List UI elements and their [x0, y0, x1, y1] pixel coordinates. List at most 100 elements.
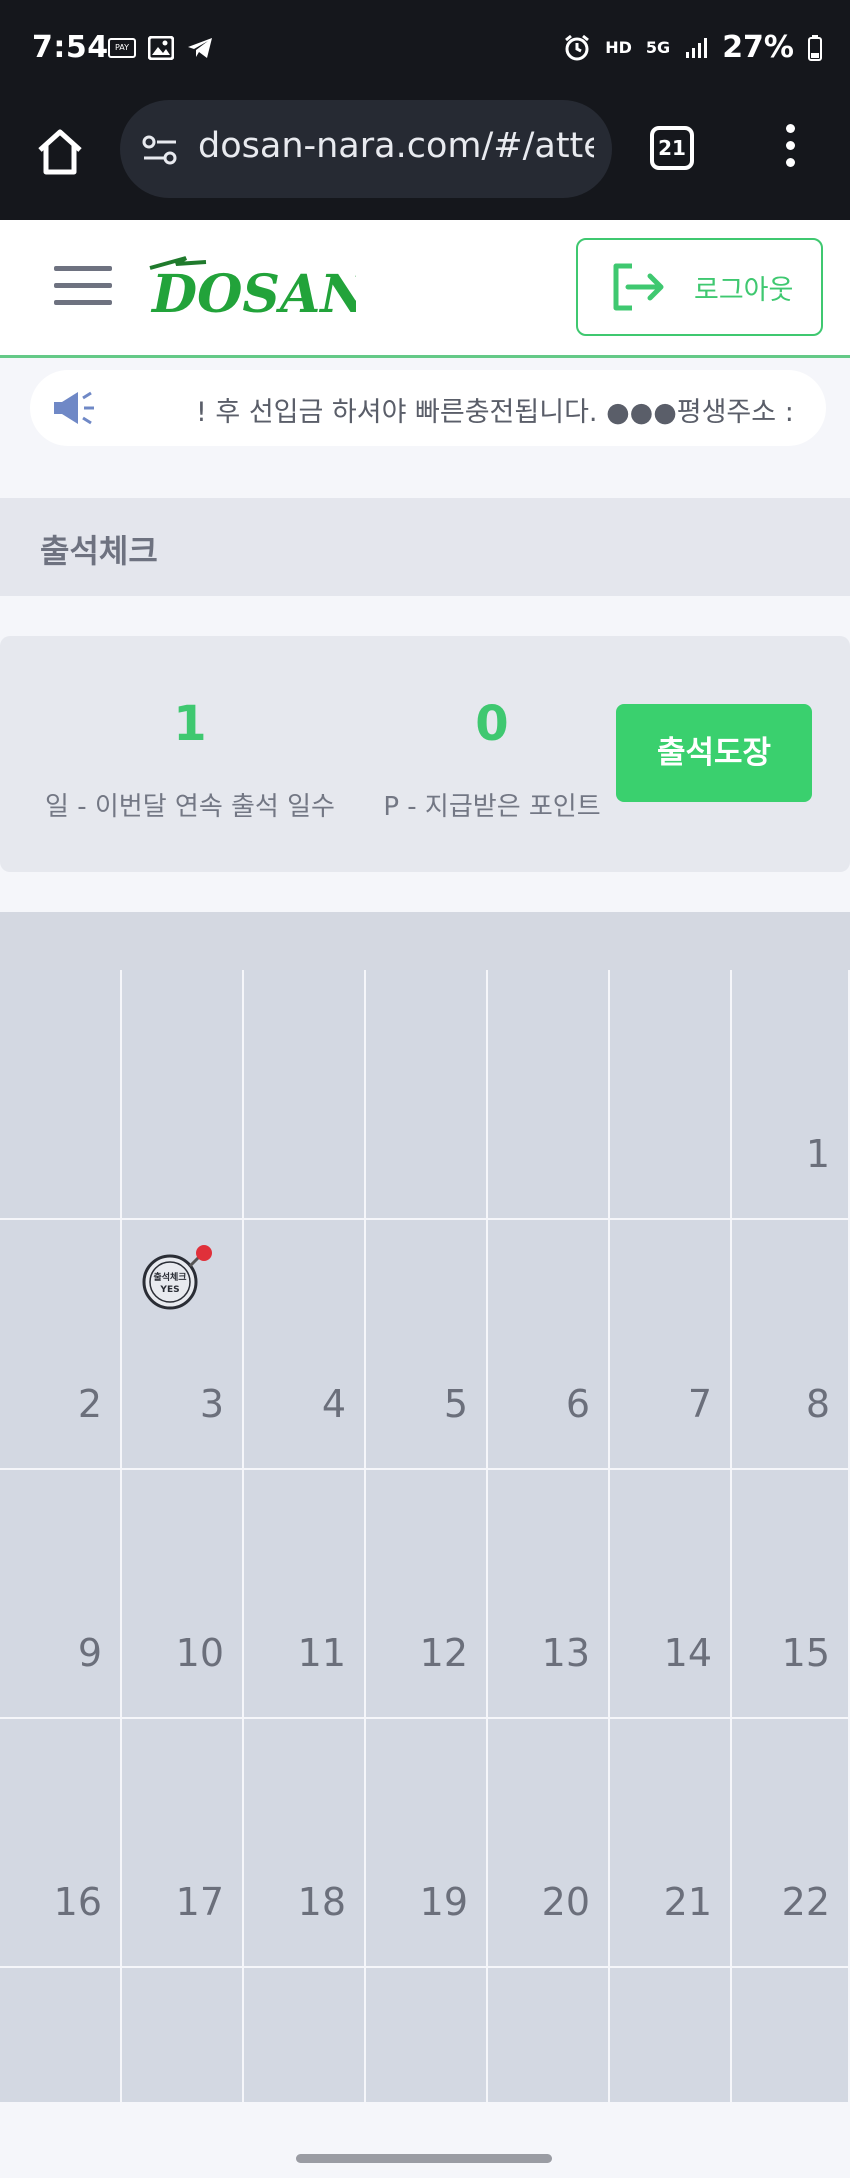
points-label: P - 지급받은 포인트: [383, 792, 601, 822]
calendar-day-number: 22: [781, 1880, 830, 1924]
calendar-day-cell: [0, 970, 122, 1220]
attendance-summary: 1 일 - 이번달 연속 출석 일수 0 P - 지급받은 포인트 출석도장: [0, 636, 850, 872]
site-header: DOSAN 로그아웃: [0, 220, 850, 358]
calendar-day-number: 2: [77, 1382, 102, 1426]
calendar-day-cell: 1: [732, 970, 850, 1220]
calendar-day-cell: 16: [0, 1719, 122, 1968]
calendar-day-cell: [610, 1968, 732, 2104]
system-icons: HD 5G 27%: [563, 30, 822, 65]
calendar-day-number: 7: [687, 1382, 712, 1426]
image-icon: [148, 36, 174, 60]
calendar-day-cell: 4: [244, 1220, 366, 1470]
section-header: 출석체크: [0, 498, 850, 596]
calendar-day-number: 21: [663, 1880, 712, 1924]
calendar-day-number: 15: [781, 1631, 830, 1675]
calendar-day-number: 17: [175, 1880, 224, 1924]
megaphone-icon: [54, 391, 94, 425]
page-title: 출석체크: [40, 532, 158, 570]
calendar-day-number: 1: [805, 1132, 830, 1176]
calendar-day-cell: 3 출석체크 YES: [122, 1220, 244, 1470]
site-settings-icon[interactable]: [140, 130, 180, 170]
status-bar: 7:54 PAY HD 5G 27%: [0, 0, 850, 100]
notice-text: ! 후 선입금 하셔야 빠른충전됩니다. ●●●평생주소 :: [196, 397, 794, 428]
calendar-day-cell: [488, 1968, 610, 2104]
calendar-day-cell: 6: [488, 1220, 610, 1470]
calendar-day-cell: 21: [610, 1719, 732, 1968]
calendar-day-cell: [122, 1968, 244, 2104]
browser-toolbar: dosan-nara.com/#/attendance 21: [0, 100, 850, 220]
calendar-day-cell: 22: [732, 1719, 850, 1968]
stamp-label: 출석체크: [153, 1271, 186, 1283]
calendar-day-number: 9: [77, 1631, 102, 1675]
calendar-day-number: 5: [443, 1382, 468, 1426]
calendar-day-number: 4: [321, 1382, 346, 1426]
home-indicator: [296, 2154, 552, 2163]
calendar-day-cell: [732, 1968, 850, 2104]
calendar-day-number: 16: [53, 1880, 102, 1924]
payco-icon: PAY: [108, 38, 136, 58]
calendar-day-cell: [610, 970, 732, 1220]
calendar-day-cell: [0, 1968, 122, 2104]
calendar-day-cell: 10: [122, 1470, 244, 1719]
address-bar[interactable]: dosan-nara.com/#/attendance: [120, 100, 612, 198]
calendar-day-number: 12: [419, 1631, 468, 1675]
logo-text: DOSAN: [150, 264, 356, 325]
calendar-day-cell: 20: [488, 1719, 610, 1968]
calendar-day-cell: 2: [0, 1220, 122, 1470]
calendar-day-cell: 13: [488, 1470, 610, 1719]
calendar-day-cell: [244, 970, 366, 1220]
calendar-day-cell: 15: [732, 1470, 850, 1719]
notification-icons: PAY: [108, 36, 214, 60]
attendance-stamp-icon: 출석체크 YES: [142, 1245, 212, 1310]
calendar-day-number: 8: [805, 1382, 830, 1426]
calendar-day-number: 11: [297, 1631, 346, 1675]
pin-head: [196, 1245, 212, 1261]
home-icon[interactable]: [34, 126, 86, 178]
calendar-day-cell: 18: [244, 1719, 366, 1968]
streak-value: 1: [173, 696, 207, 752]
browser-menu-icon[interactable]: [778, 120, 802, 178]
calendar-day-number: 18: [297, 1880, 346, 1924]
calendar-day-cell: 9: [0, 1470, 122, 1719]
calendar-day-cell: [122, 970, 244, 1220]
calendar-day-number: 3: [199, 1382, 224, 1426]
battery-level: 27%: [722, 30, 794, 65]
logout-icon: [613, 263, 664, 311]
calendar-day-cell: 17: [122, 1719, 244, 1968]
calendar-day-number: 6: [565, 1382, 590, 1426]
hamburger-menu-icon[interactable]: [54, 266, 112, 308]
logout-button[interactable]: 로그아웃: [576, 238, 823, 336]
dosan-logo[interactable]: DOSAN: [146, 250, 356, 328]
telegram-icon: [188, 38, 212, 58]
signal-icon: [686, 37, 708, 58]
calendar-day-cell: [366, 1968, 488, 2104]
calendar-day-cell: [488, 970, 610, 1220]
streak-stat: 1 일 - 이번달 연속 출석 일수: [40, 696, 340, 823]
calendar-day-cell: 19: [366, 1719, 488, 1968]
tab-switcher-button[interactable]: 21: [650, 126, 694, 170]
calendar-day-cell: 14: [610, 1470, 732, 1719]
calendar-day-cell: 5: [366, 1220, 488, 1470]
streak-label: 일 - 이번달 연속 출석 일수: [45, 792, 335, 822]
calendar-day-cell: [366, 970, 488, 1220]
notice-banner: ! 후 선입금 하셔야 빠른충전됩니다. ●●●평생주소 :: [30, 370, 826, 446]
calendar-day-cell: 12: [366, 1470, 488, 1719]
attend-button[interactable]: 출석도장: [616, 704, 812, 802]
calendar-day-cell: 7: [610, 1220, 732, 1470]
hd-voice-icon: HD: [605, 37, 632, 57]
clock: 7:54: [32, 30, 109, 65]
calendar-day-number: 10: [175, 1631, 224, 1675]
points-value: 0: [475, 696, 509, 752]
url-text: dosan-nara.com/#/attendance: [198, 126, 594, 166]
calendar-day-cell: [244, 1968, 366, 2104]
calendar-day-number: 13: [541, 1631, 590, 1675]
5g-icon: 5G: [645, 37, 671, 57]
calendar-day-number: 20: [541, 1880, 590, 1924]
points-stat: 0 P - 지급받은 포인트: [380, 696, 604, 823]
bottom-area: [0, 2104, 850, 2178]
attendance-calendar: 1 2 3 출석체크 YES 4 5 6 7 8 9 10 11 12 13 14 15 16 17 18 19 20 21…: [0, 970, 850, 2104]
calendar-day-number: 19: [419, 1880, 468, 1924]
calendar-day-number: 14: [663, 1631, 712, 1675]
calendar-day-cell: 8: [732, 1220, 850, 1470]
battery-icon: [808, 34, 822, 61]
